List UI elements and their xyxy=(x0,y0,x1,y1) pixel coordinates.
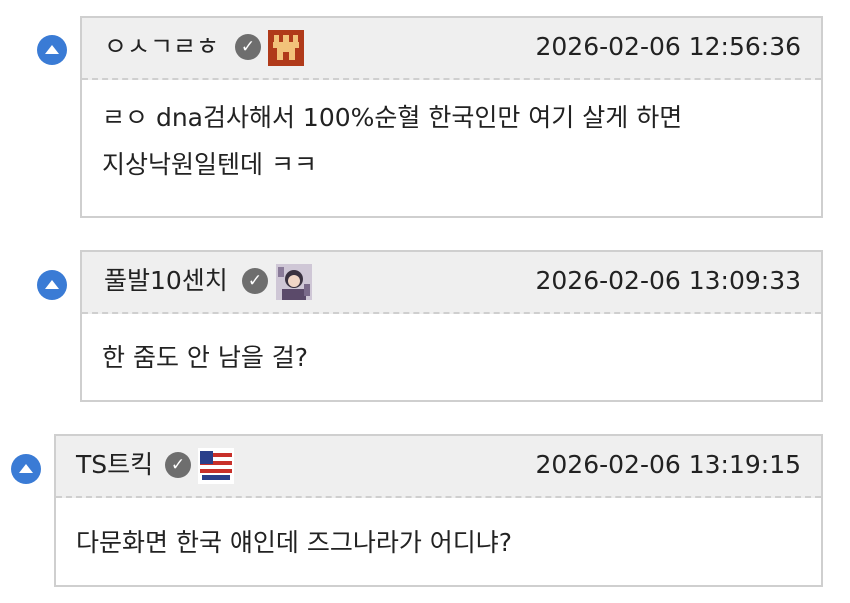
flag-badge-icon xyxy=(198,448,234,484)
comment-header: ㅇㅅㄱㄹㅎ ✓ 2026-02-06 12:56:36 xyxy=(82,18,821,80)
comment-header: 풀발10센치 ✓ 2026-02-06 13:09:33 xyxy=(82,252,821,314)
comment-box: TS트킥 ✓ 2026-02-06 13:19:15 다문화면 한국 얘인데 즈… xyxy=(54,434,823,587)
comment-text: ㄹㅇ dna검사해서 100%순혈 한국인만 여기 살게 하면 지상낙원일텐데 … xyxy=(102,94,801,188)
anime-avatar-badge-icon xyxy=(276,264,312,300)
upvote-triangle-icon xyxy=(45,44,59,54)
comment-text: 한 줌도 안 남을 걸? xyxy=(102,334,801,381)
fortress-badge-icon xyxy=(268,30,304,66)
comment-text-line: 다문화면 한국 얘인데 즈그나라가 어디냐? xyxy=(76,528,513,557)
comment-timestamp: 2026-02-06 13:09:33 xyxy=(535,266,801,295)
comment-timestamp: 2026-02-06 12:56:36 xyxy=(535,32,801,61)
comment-header: TS트킥 ✓ 2026-02-06 13:19:15 xyxy=(56,436,821,498)
upvote-triangle-icon xyxy=(45,279,59,289)
upvote-triangle-icon xyxy=(19,463,33,473)
verified-check-icon: ✓ xyxy=(165,452,191,478)
upvote-button[interactable] xyxy=(37,35,67,65)
comment-box: 풀발10센치 ✓ 2026-02-06 13:09:33 한 줌도 안 남을 걸… xyxy=(80,250,823,402)
upvote-button[interactable] xyxy=(37,270,67,300)
verified-check-icon: ✓ xyxy=(242,268,268,294)
comment-box: ㅇㅅㄱㄹㅎ ✓ 2026-02-06 12:56:36 ㄹㅇ dna검사해서 1… xyxy=(80,16,823,218)
comment-nickname[interactable]: 풀발10센치 xyxy=(104,266,228,296)
comment-text-line: 지상낙원일텐데 ㅋㅋ xyxy=(102,150,317,179)
comment-nickname[interactable]: TS트킥 xyxy=(76,450,153,480)
comment-timestamp: 2026-02-06 13:19:15 xyxy=(535,450,801,479)
comment-text-line: ㄹㅇ dna검사해서 100%순혈 한국인만 여기 살게 하면 xyxy=(102,103,683,132)
comment-text: 다문화면 한국 얘인데 즈그나라가 어디냐? xyxy=(76,519,801,566)
upvote-button[interactable] xyxy=(11,454,41,484)
comment-nickname[interactable]: ㅇㅅㄱㄹㅎ xyxy=(104,32,219,62)
verified-check-icon: ✓ xyxy=(235,34,261,60)
comment-text-line: 한 줌도 안 남을 걸? xyxy=(102,343,309,372)
